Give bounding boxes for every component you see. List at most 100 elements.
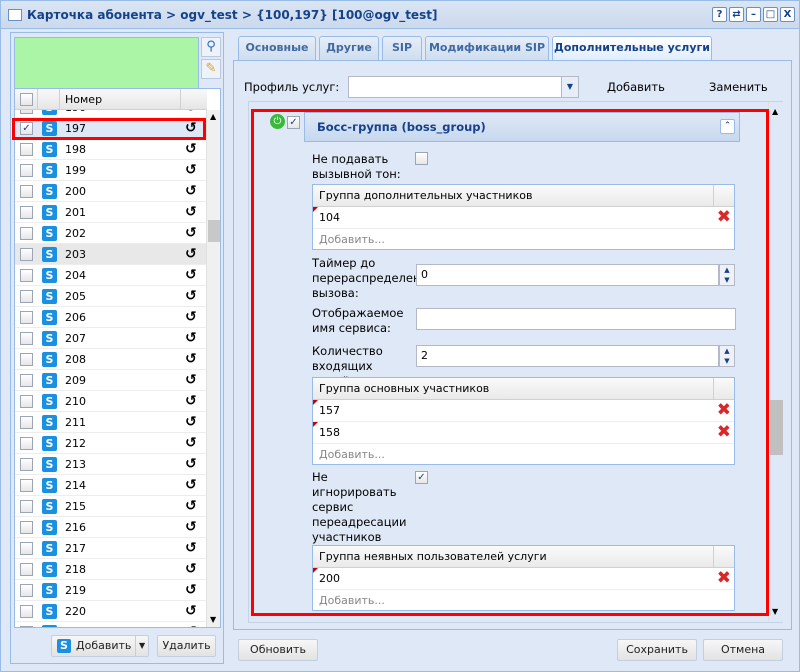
table-row[interactable]: S 205 ↺ — [15, 286, 207, 307]
minimize-icon[interactable]: – — [746, 7, 761, 22]
row-checkbox[interactable] — [20, 185, 33, 198]
cancel-button[interactable]: Отмена — [703, 639, 783, 661]
reset-icon[interactable]: ↺ — [185, 582, 197, 598]
scroll-thumb[interactable] — [770, 400, 783, 455]
row-checkbox[interactable] — [20, 206, 33, 219]
row-checkbox[interactable] — [20, 248, 33, 261]
table-row[interactable]: S 218 ↺ — [15, 559, 207, 580]
table-row[interactable]: S 206 ↺ — [15, 307, 207, 328]
reset-icon[interactable]: ↺ — [185, 288, 197, 304]
reset-icon[interactable]: ↺ — [185, 540, 197, 556]
table-row[interactable]: S 198 ↺ — [15, 139, 207, 160]
edit-pencil-icon[interactable]: ✎ — [201, 59, 221, 79]
row-checkbox[interactable] — [20, 416, 33, 429]
table-row[interactable]: S 219 ↺ — [15, 580, 207, 601]
row-checkbox[interactable] — [20, 164, 33, 177]
refresh-icon[interactable]: ⇄ — [729, 7, 744, 22]
table-row[interactable]: S 210 ↺ — [15, 391, 207, 412]
row-checkbox[interactable] — [20, 458, 33, 471]
row-checkbox[interactable] — [20, 110, 33, 114]
table-row[interactable]: S 199 ↺ — [15, 160, 207, 181]
row-checkbox[interactable] — [20, 374, 33, 387]
reset-icon[interactable]: ↺ — [185, 414, 197, 430]
table-row[interactable]: S 201 ↺ — [15, 202, 207, 223]
reset-icon[interactable]: ↺ — [185, 110, 197, 115]
row-checkbox[interactable] — [20, 563, 33, 576]
reset-icon[interactable]: ↺ — [185, 183, 197, 199]
search-icon[interactable]: ⚲ — [201, 37, 221, 57]
row-checkbox[interactable] — [20, 626, 33, 627]
column-number-header[interactable]: Номер — [65, 93, 102, 106]
reset-icon[interactable]: ↺ — [185, 351, 197, 367]
tab-main[interactable]: Основные — [238, 36, 316, 60]
reset-icon[interactable]: ↺ — [185, 162, 197, 178]
reset-icon[interactable]: ↺ — [185, 603, 197, 619]
row-checkbox[interactable] — [20, 311, 33, 324]
row-checkbox[interactable] — [20, 332, 33, 345]
dropdown-arrow-icon[interactable]: ▼ — [139, 636, 145, 656]
row-checkbox[interactable] — [20, 584, 33, 597]
table-row[interactable]: S 202 ↺ — [15, 223, 207, 244]
reset-icon[interactable]: ↺ — [185, 477, 197, 493]
row-checkbox[interactable] — [20, 521, 33, 534]
row-checkbox[interactable] — [20, 269, 33, 282]
table-row[interactable]: S 215 ↺ — [15, 496, 207, 517]
tab-sip-modifications[interactable]: Модификации SIP — [425, 36, 549, 60]
reset-icon[interactable]: ↺ — [185, 225, 197, 241]
tab-sip[interactable]: SIP — [382, 36, 422, 60]
row-checkbox[interactable] — [20, 395, 33, 408]
refresh-button[interactable]: Обновить — [238, 639, 318, 661]
reset-icon[interactable]: ↺ — [185, 624, 197, 627]
tab-additional-services[interactable]: Дополнительные услуги — [552, 36, 712, 61]
row-checkbox[interactable] — [20, 605, 33, 618]
profile-add-link[interactable]: Добавить — [607, 80, 665, 95]
services-scrollbar[interactable]: ▲ ▼ — [768, 102, 783, 622]
table-row[interactable]: S 200 ↺ — [15, 181, 207, 202]
reset-icon[interactable]: ↺ — [185, 330, 197, 346]
profile-select[interactable]: ▼ — [348, 76, 579, 98]
table-row[interactable]: S 214 ↺ — [15, 475, 207, 496]
reset-icon[interactable]: ↺ — [185, 204, 197, 220]
delete-button[interactable]: Удалить — [157, 635, 216, 657]
table-row[interactable]: S 212 ↺ — [15, 433, 207, 454]
scroll-thumb[interactable] — [208, 220, 220, 242]
table-row[interactable]: S 203 ↺ — [15, 244, 207, 265]
close-icon[interactable]: X — [780, 7, 795, 22]
help-icon[interactable]: ? — [712, 7, 727, 22]
reset-icon[interactable]: ↺ — [185, 519, 197, 535]
table-row[interactable]: S 204 ↺ — [15, 265, 207, 286]
table-row[interactable]: S 217 ↺ — [15, 538, 207, 559]
reset-icon[interactable]: ↺ — [185, 246, 197, 262]
table-row[interactable]: S 207 ↺ — [15, 328, 207, 349]
profile-replace-link[interactable]: Заменить — [709, 80, 768, 95]
tab-other[interactable]: Другие — [319, 36, 379, 60]
reset-icon[interactable]: ↺ — [185, 561, 197, 577]
reset-icon[interactable]: ↺ — [185, 456, 197, 472]
table-row[interactable]: S 211 ↺ — [15, 412, 207, 433]
reset-icon[interactable]: ↺ — [185, 435, 197, 451]
table-row[interactable]: S 213 ↺ — [15, 454, 207, 475]
reset-icon[interactable]: ↺ — [185, 141, 197, 157]
table-row[interactable]: S 209 ↺ — [15, 370, 207, 391]
reset-icon[interactable]: ↺ — [185, 267, 197, 283]
reset-icon[interactable]: ↺ — [185, 309, 197, 325]
reset-icon[interactable]: ↺ — [185, 372, 197, 388]
reset-icon[interactable]: ↺ — [185, 498, 197, 514]
table-row[interactable]: S 220 ↺ — [15, 601, 207, 622]
row-checkbox[interactable] — [20, 479, 33, 492]
row-checkbox[interactable] — [20, 353, 33, 366]
row-checkbox[interactable] — [20, 500, 33, 513]
row-checkbox[interactable] — [20, 290, 33, 303]
maximize-icon[interactable]: □ — [763, 7, 778, 22]
add-number-button[interactable]: S Добавить ▼ — [51, 635, 149, 657]
chevron-down-icon[interactable]: ▼ — [561, 77, 578, 97]
table-row[interactable]: S 216 ↺ — [15, 517, 207, 538]
save-button[interactable]: Сохранить — [617, 639, 697, 661]
grid-scrollbar[interactable]: ▲ ▼ — [206, 110, 220, 627]
table-row[interactable]: S 221 ↺ — [15, 622, 207, 627]
row-checkbox[interactable] — [20, 437, 33, 450]
select-all-checkbox[interactable] — [20, 93, 33, 106]
table-row[interactable]: S 208 ↺ — [15, 349, 207, 370]
row-checkbox[interactable] — [20, 227, 33, 240]
reset-icon[interactable]: ↺ — [185, 393, 197, 409]
